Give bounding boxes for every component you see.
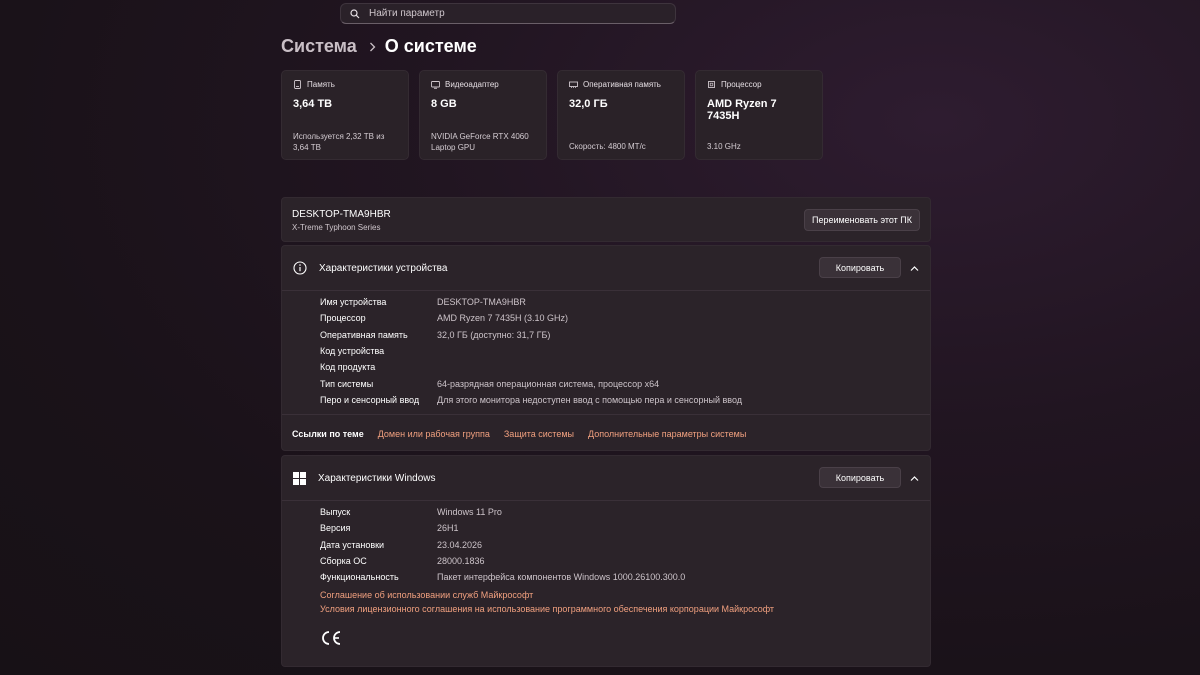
tile-value: 32,0 ГБ xyxy=(569,98,608,110)
tile-subtext: NVIDIA GeForce RTX 4060 Laptop GPU xyxy=(431,132,529,152)
tile-value: 8 GB xyxy=(431,98,457,110)
link-services-agreement[interactable]: Соглашение об использовании служб Майкро… xyxy=(320,588,774,602)
related-links-title: Ссылки по теме xyxy=(292,429,364,439)
page-title: О системе xyxy=(384,36,477,56)
spec-value: Windows 11 Pro xyxy=(437,507,502,518)
spec-row: Версия 26H1 xyxy=(320,520,685,536)
tile-subtext: Используется 2,32 ТВ из 3,64 ТВ xyxy=(293,132,385,152)
spec-key: Дата установки xyxy=(320,539,385,550)
copy-windows-specs-button[interactable]: Копировать xyxy=(819,467,901,488)
divider xyxy=(282,414,930,415)
spec-key: Тип системы xyxy=(320,378,374,389)
windows-specs-panel: Характеристики Windows Копировать Выпуск… xyxy=(281,455,931,667)
spec-value: Пакет интерфейса компонентов Windows 100… xyxy=(437,572,686,583)
spec-row: Процессор AMD Ryzen 7 7435H (3.10 GHz) xyxy=(320,310,742,326)
chevron-up-icon[interactable] xyxy=(910,264,919,273)
tile-subtext: 3.10 GHz xyxy=(707,142,741,151)
rename-pc-button[interactable]: Переименовать этот ПК xyxy=(804,209,920,231)
spec-row: Имя устройства DESKTOP-TMA9HBR xyxy=(320,294,742,310)
spec-tiles: Память 3,64 ТВ Используется 2,32 ТВ из 3… xyxy=(281,70,823,160)
spec-value: 26H1 xyxy=(437,523,459,534)
info-icon xyxy=(293,261,307,275)
spec-row: Выпуск Windows 11 Pro xyxy=(320,504,685,520)
search-input[interactable] xyxy=(369,8,649,19)
cpu-icon xyxy=(708,81,715,88)
tile-cpu[interactable]: Процессор AMD Ryzen 7 7435H 3.10 GHz xyxy=(695,70,823,160)
spec-key: Перо и сенсорный ввод xyxy=(320,394,420,405)
ce-mark-icon xyxy=(322,631,341,645)
spec-row: Оперативная память 32,0 ГБ (доступно: 31,… xyxy=(320,327,742,343)
spec-value: 32,0 ГБ (доступно: 31,7 ГБ) xyxy=(437,329,551,340)
related-links: Ссылки по теме Домен или рабочая группа … xyxy=(292,429,760,439)
spec-value: 23.04.2026 xyxy=(437,539,483,550)
tile-subtext: Скорость: 4800 MT/c xyxy=(569,142,646,151)
tile-title: Оперативная память xyxy=(583,80,661,89)
spec-row: Функциональность Пакет интерфейса компоне… xyxy=(320,569,685,585)
divider xyxy=(282,290,930,291)
spec-row: Сборка ОС 28000.1836 xyxy=(320,553,685,569)
settings-search-box[interactable] xyxy=(340,3,676,24)
spec-value: Для этого монитора недоступен ввод с пом… xyxy=(437,394,742,405)
spec-row: Перо и сенсорный ввод Для этого монитора … xyxy=(320,392,742,408)
tile-gpu[interactable]: Видеоадаптер 8 GB NVIDIA GeForce RTX 406… xyxy=(419,70,547,160)
tile-storage[interactable]: Память 3,64 ТВ Используется 2,32 ТВ из 3… xyxy=(281,70,409,160)
spec-key: Оперативная память xyxy=(320,329,408,340)
device-spec-list: Имя устройства DESKTOP-TMA9HBR Процессор A… xyxy=(320,294,742,408)
windows-logo-icon xyxy=(293,471,306,485)
tile-ram[interactable]: Оперативная память 32,0 ГБ Скорость: 480… xyxy=(557,70,685,160)
spec-key: Код устройства xyxy=(320,346,385,357)
copy-device-specs-button[interactable]: Копировать xyxy=(819,257,901,278)
spec-value: 64-разрядная операционная система, проце… xyxy=(437,378,660,389)
spec-row: Код устройства xyxy=(320,343,742,359)
tile-title: Видеоадаптер xyxy=(445,80,499,89)
gpu-icon xyxy=(431,81,440,89)
spec-row: Тип системы 64-разрядная операционная сис… xyxy=(320,375,742,391)
tile-title: Память xyxy=(307,80,335,89)
spec-key: Процессор xyxy=(320,313,366,324)
link-domain-workgroup[interactable]: Домен или рабочая группа xyxy=(378,429,490,439)
chevron-right-icon xyxy=(369,42,376,52)
spec-row: Дата установки 23.04.2026 xyxy=(320,537,685,553)
chevron-up-icon[interactable] xyxy=(910,474,919,483)
ram-icon xyxy=(569,81,578,88)
legal-links: Соглашение об использовании служб Майкро… xyxy=(320,588,774,616)
spec-key: Функциональность xyxy=(320,572,399,583)
spec-key: Имя устройства xyxy=(320,297,387,308)
breadcrumb: Система О системе xyxy=(281,36,477,57)
windows-spec-list: Выпуск Windows 11 Pro Версия 26H1 Дата уст… xyxy=(320,504,685,585)
spec-row: Код продукта xyxy=(320,359,742,375)
spec-key: Сборка ОС xyxy=(320,556,367,567)
device-name-card: DESKTOP-TMA9HBR X-Treme Typhoon Series П… xyxy=(281,197,931,242)
device-specs-panel: Характеристики устройства Копировать Имя… xyxy=(281,245,931,451)
spec-key: Код продукта xyxy=(320,362,376,373)
tile-value: AMD Ryzen 7 7435H xyxy=(707,98,777,122)
spec-key: Выпуск xyxy=(320,507,351,518)
link-advanced-system-settings[interactable]: Дополнительные параметры системы xyxy=(588,429,746,439)
storage-icon xyxy=(294,80,301,89)
breadcrumb-parent-link[interactable]: Система xyxy=(281,36,357,57)
section-title: Характеристики Windows xyxy=(318,472,436,484)
spec-value: AMD Ryzen 7 7435H (3.10 GHz) xyxy=(437,313,569,324)
tile-value: 3,64 ТВ xyxy=(293,98,333,110)
spec-value: DESKTOP-TMA9HBR xyxy=(437,297,526,308)
divider xyxy=(282,500,930,501)
section-title: Характеристики устройства xyxy=(319,262,448,274)
tile-title: Процессор xyxy=(721,80,762,89)
spec-key: Версия xyxy=(320,523,351,534)
search-icon xyxy=(350,8,360,18)
link-license-terms[interactable]: Условия лицензионного соглашения на испо… xyxy=(320,602,774,616)
link-system-protection[interactable]: Защита системы xyxy=(504,429,574,439)
spec-value: 28000.1836 xyxy=(437,556,485,567)
